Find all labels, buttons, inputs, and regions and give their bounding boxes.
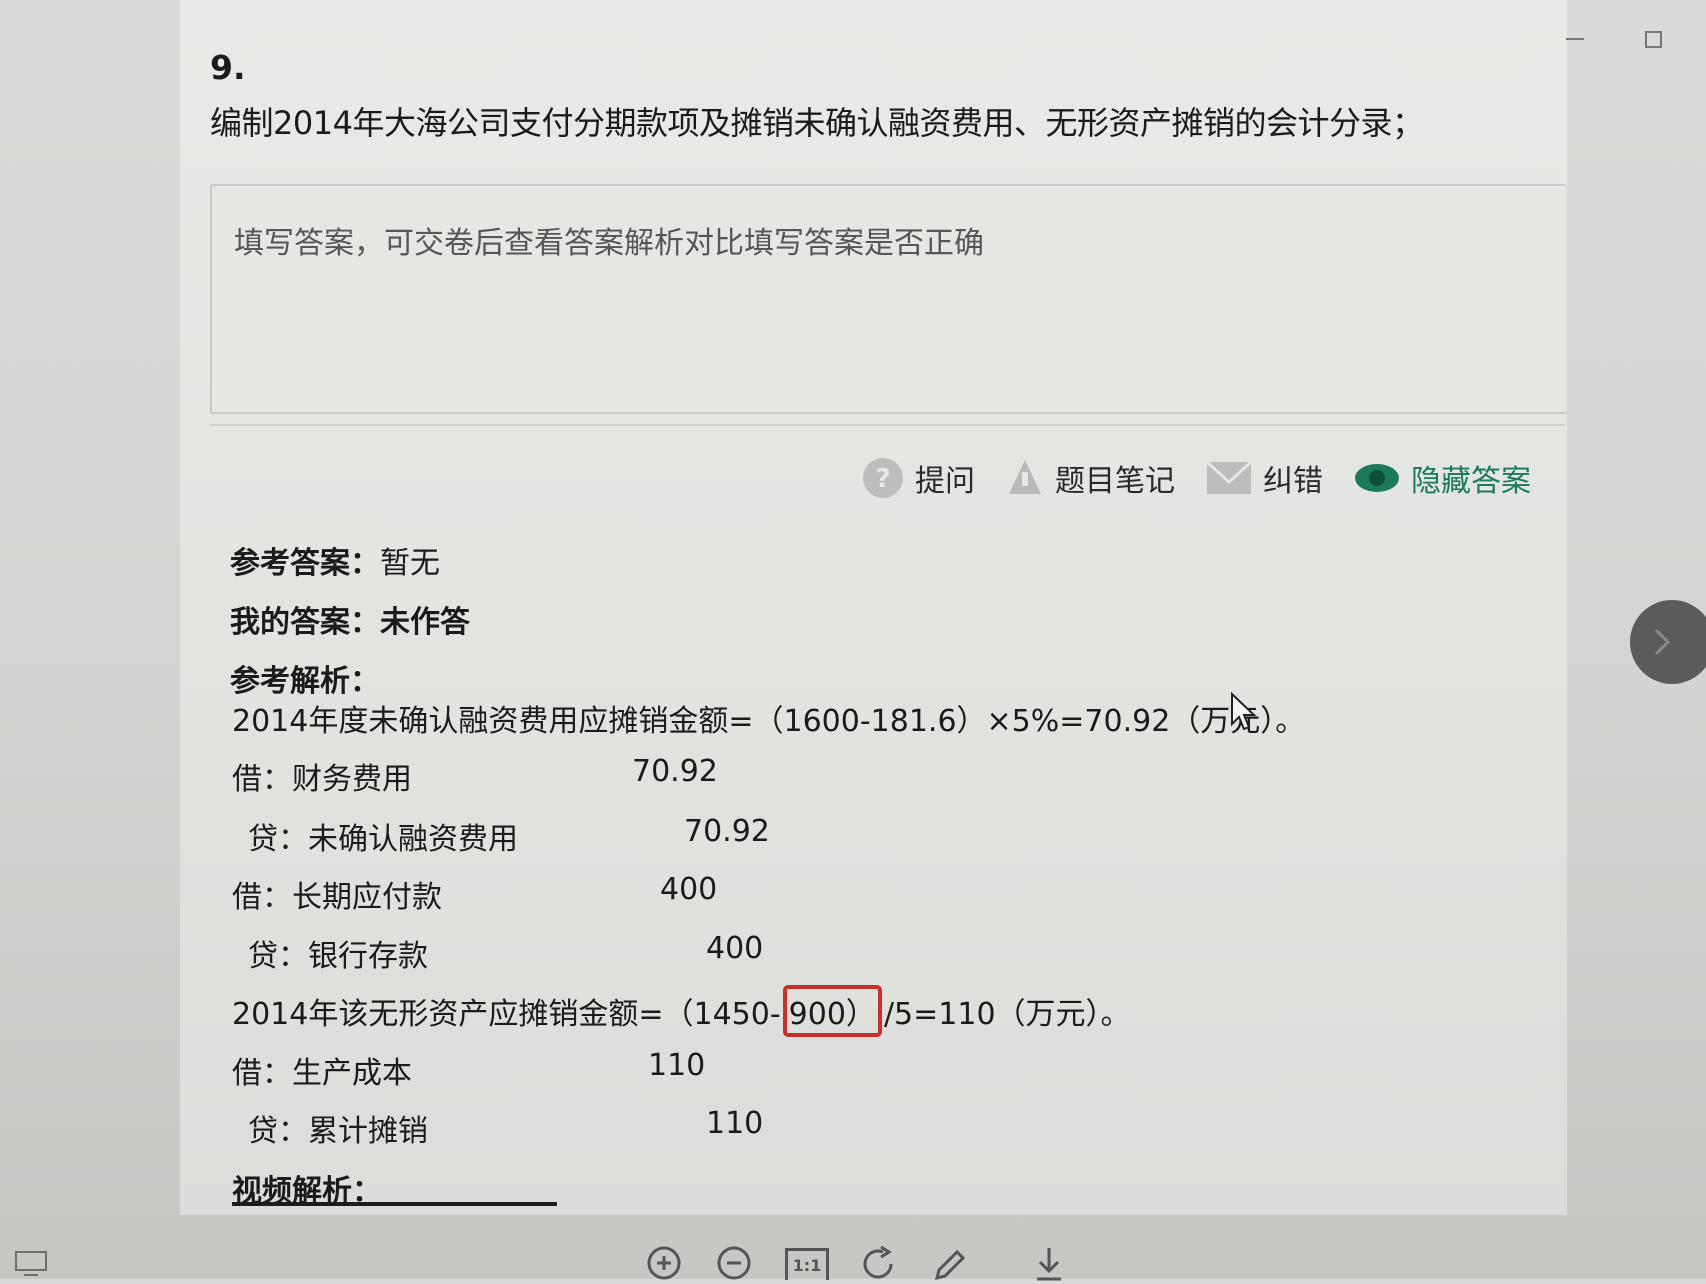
- journal-entry-account: 借：长期应付款: [232, 880, 442, 915]
- report-error-button[interactable]: 纠错: [1205, 456, 1323, 500]
- journal-entry-amount: 400: [660, 872, 718, 907]
- question-text: 编制2014年大海公司支付分期款项及摊销未确认融资费用、无形资产摊销的会计分录；: [210, 104, 1424, 142]
- zoom-in-icon[interactable]: [645, 1244, 685, 1284]
- ask-label: 提问: [915, 464, 975, 499]
- analysis-line-1: 2014年度未确认融资费用应摊销金额=（1600-181.6）×5%=70.92…: [232, 704, 1306, 739]
- chevron-right-icon: [1654, 628, 1671, 656]
- maximize-button[interactable]: [1640, 26, 1666, 52]
- rotate-icon[interactable]: [859, 1244, 899, 1284]
- video-analysis-underline: [232, 1202, 557, 1206]
- ask-button[interactable]: ? 提问: [861, 456, 975, 500]
- journal-entry-amount: 70.92: [684, 814, 770, 849]
- divider: [210, 424, 1565, 426]
- answer-textarea[interactable]: 填写答案，可交卷后查看答案解析对比填写答案是否正确: [210, 184, 1567, 414]
- envelope-icon: [1205, 458, 1253, 498]
- reference-answer-label: 参考答案：: [230, 546, 380, 581]
- journal-entry-amount: 110: [706, 1106, 764, 1141]
- journal-entry-account: 贷：银行存款: [248, 939, 428, 974]
- reference-answer-value: 暂无: [380, 546, 440, 581]
- maximize-icon: [1644, 30, 1662, 48]
- analysis-line-2: 2014年该无形资产应摊销金额=（1450- 900）/5=110（万元）。: [232, 985, 1131, 1037]
- hide-answer-label: 隐藏答案: [1411, 464, 1531, 499]
- reference-answer: 参考答案：暂无: [230, 538, 440, 582]
- answer-toolbar: ? 提问 题目笔记 纠错 隐藏答案: [861, 456, 1531, 500]
- analysis-label: 参考解析：: [230, 664, 380, 699]
- journal-entry-account: 借：生产成本: [232, 1056, 412, 1091]
- analysis-line-2-prefix: 2014年该无形资产应摊销金额=（1450-: [232, 997, 781, 1032]
- answer-placeholder: 填写答案，可交卷后查看答案解析对比填写答案是否正确: [234, 226, 984, 261]
- eye-icon: [1353, 460, 1401, 496]
- my-answer-label: 我的答案：: [230, 605, 380, 640]
- mouse-cursor-icon: [1230, 691, 1258, 736]
- journal-entry-amount: 110: [648, 1048, 706, 1083]
- question-circle-icon: ?: [861, 456, 905, 500]
- pen-icon[interactable]: [929, 1244, 969, 1284]
- hide-answer-button[interactable]: 隐藏答案: [1353, 456, 1531, 500]
- my-answer: 我的答案：未作答: [230, 597, 470, 641]
- svg-text:?: ?: [875, 464, 890, 494]
- highlighted-value: 900）: [782, 985, 882, 1037]
- note-icon: [1005, 456, 1045, 500]
- journal-entry-amount: 400: [706, 931, 764, 966]
- notes-button[interactable]: 题目笔记: [1005, 456, 1175, 500]
- journal-entry-account: 贷：未确认融资费用: [248, 822, 518, 857]
- actual-size-label: 1:1: [792, 1256, 822, 1275]
- actual-size-icon[interactable]: 1:1: [785, 1248, 829, 1280]
- journal-entry-account: 借：财务费用: [232, 762, 412, 797]
- minimize-button[interactable]: [1562, 26, 1588, 52]
- my-answer-value: 未作答: [380, 605, 470, 640]
- minimize-icon: [1566, 38, 1584, 40]
- zoom-out-icon[interactable]: [715, 1244, 755, 1284]
- notes-label: 题目笔记: [1055, 464, 1175, 499]
- viewer-toolbar: 1:1: [645, 1244, 1069, 1284]
- download-icon[interactable]: [1029, 1244, 1069, 1284]
- screen-icon[interactable]: [14, 1250, 48, 1282]
- next-question-button[interactable]: [1630, 600, 1706, 684]
- analysis-line-2-suffix: /5=110（万元）。: [883, 997, 1131, 1032]
- journal-entry-account: 贷：累计摊销: [248, 1114, 428, 1149]
- window-controls: [1562, 26, 1666, 52]
- journal-entry-amount: 70.92: [632, 754, 718, 789]
- report-error-label: 纠错: [1263, 464, 1323, 499]
- question-number: 9.: [210, 48, 246, 87]
